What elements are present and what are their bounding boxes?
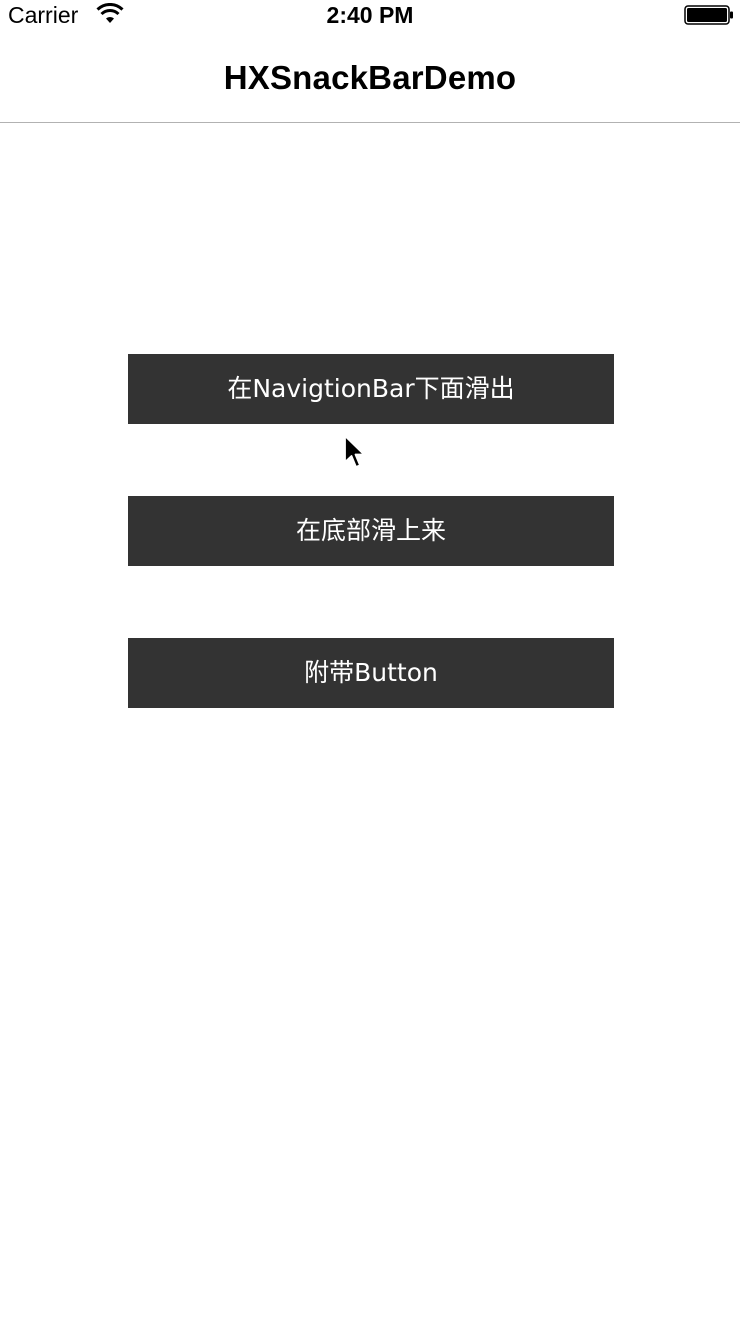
arrow-cursor-icon <box>344 435 365 468</box>
battery-icon <box>684 5 733 25</box>
status-time: 2:40 PM <box>326 2 414 28</box>
nav-title: HXSnackBarDemo <box>223 59 517 96</box>
slide-below-navbar-button[interactable]: 在NavigtionBar下面滑出 <box>128 354 614 424</box>
main-content: 在NavigtionBar下面滑出 在底部滑上来 附带Button <box>0 123 740 1328</box>
status-bar: Carrier 2:40 PM <box>0 0 740 32</box>
slide-up-from-bottom-button[interactable]: 在底部滑上来 <box>128 496 614 566</box>
navigation-bar: HXSnackBarDemo <box>0 32 740 123</box>
with-button-snackbar-button[interactable]: 附带Button <box>128 638 614 708</box>
